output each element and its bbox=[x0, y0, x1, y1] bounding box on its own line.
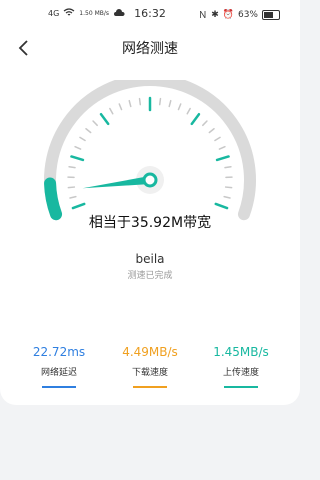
gauge-tick bbox=[168, 99, 172, 108]
gauge-tick bbox=[138, 97, 142, 106]
gauge-tick bbox=[79, 136, 86, 142]
gauge-tick bbox=[70, 155, 85, 162]
gauge-tick bbox=[99, 112, 110, 126]
upload-label: 上传速度 bbox=[222, 368, 259, 378]
gauge-tick bbox=[68, 165, 76, 169]
download-value: 4.49MB/s bbox=[122, 345, 178, 359]
gauge-tick bbox=[71, 202, 86, 210]
gauge-tick bbox=[69, 195, 77, 199]
gauge-tick bbox=[186, 107, 191, 115]
latency-label: 网络延迟 bbox=[40, 368, 77, 378]
gauge-tick bbox=[109, 107, 114, 115]
gauge-tick bbox=[67, 186, 76, 189]
alarm-icon: ⏰ bbox=[222, 9, 234, 20]
status-right: Ｎ ✱ ⏰ 63% bbox=[198, 8, 280, 21]
gauge-tick bbox=[85, 128, 92, 134]
gauge-tick bbox=[177, 103, 182, 111]
stat-upload: 1.45MB/s 上传速度 bbox=[196, 345, 286, 388]
gauge-tick bbox=[208, 128, 215, 134]
status-bar: 4G 1.50 MB/s 16:32 Ｎ ✱ ⏰ 63% bbox=[0, 0, 300, 28]
battery-icon bbox=[262, 9, 280, 20]
needle-hub bbox=[142, 172, 158, 188]
page-title: 网络测速 bbox=[122, 41, 178, 57]
gauge-tick bbox=[74, 145, 82, 150]
gauge-tick bbox=[190, 112, 201, 126]
gauge-tick bbox=[128, 99, 132, 108]
bandwidth-text: 相当于35.92M带宽 bbox=[88, 215, 212, 231]
header: 网络测速 bbox=[0, 32, 300, 66]
gauge-progress bbox=[44, 177, 63, 221]
nfc-icon: Ｎ bbox=[198, 11, 208, 21]
gauge-tick bbox=[92, 120, 98, 127]
download-underline bbox=[133, 386, 167, 388]
gauge-tick bbox=[224, 165, 232, 169]
gauge-tick bbox=[118, 103, 123, 111]
gauge-tick bbox=[158, 97, 162, 106]
latency-value: 22.72ms bbox=[32, 345, 86, 359]
gauge-tick bbox=[223, 195, 231, 199]
bluetooth-icon: ✱ bbox=[211, 9, 219, 20]
gauge-tick bbox=[215, 155, 230, 162]
stat-latency: 22.72ms 网络延迟 bbox=[14, 345, 104, 388]
gauge-tick bbox=[218, 145, 226, 150]
latency-underline bbox=[42, 386, 76, 388]
test-status: 测速已完成 bbox=[127, 271, 173, 281]
gauge-tick bbox=[224, 186, 233, 189]
upload-underline bbox=[224, 386, 258, 388]
gauge-tick bbox=[214, 202, 229, 210]
upload-value: 1.45MB/s bbox=[213, 345, 269, 359]
gauge-tick bbox=[214, 136, 221, 142]
gauge-tick bbox=[202, 120, 208, 127]
device-name: beila bbox=[135, 252, 165, 266]
stat-download: 4.49MB/s 下载速度 bbox=[105, 345, 195, 388]
download-label: 下载速度 bbox=[131, 368, 168, 378]
battery-text: 63% bbox=[237, 9, 258, 20]
